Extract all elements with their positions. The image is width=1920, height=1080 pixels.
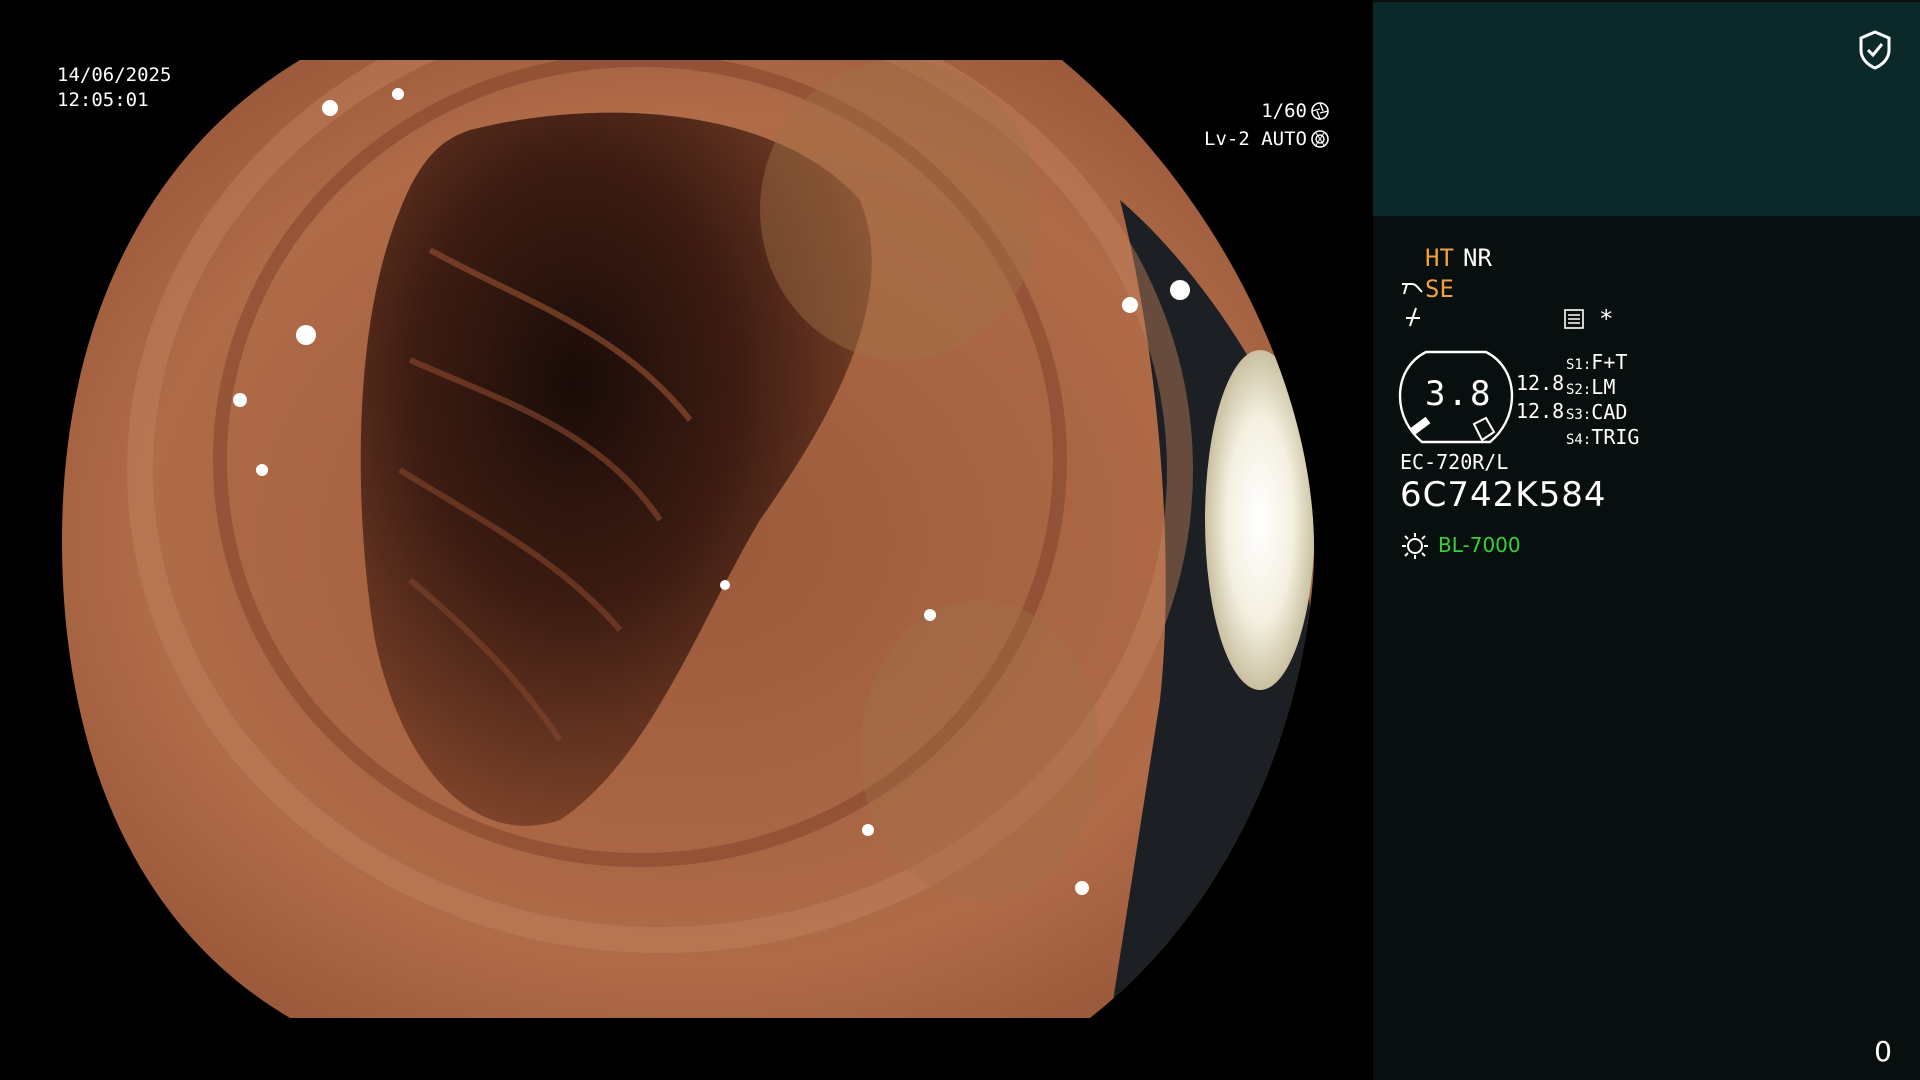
light-source-label: BL-7000 — [1438, 533, 1521, 557]
light-level-value: Lv-2 AUTO — [1204, 128, 1307, 150]
reading-a: 12.8 — [1516, 371, 1565, 395]
image-counter: 0 — [1874, 1035, 1892, 1068]
switch-3: S3:CAD — [1566, 400, 1627, 424]
panel-header — [1373, 2, 1920, 216]
nr-indicator: NR — [1463, 244, 1492, 272]
gauge-value: 3.8 — [1425, 374, 1493, 414]
switch-key: S1: — [1566, 357, 1592, 373]
exam-time: 12:05:01 — [57, 89, 149, 111]
light-source-icon — [1402, 533, 1428, 559]
shutter-value: 1/60 — [1261, 100, 1307, 122]
asterisk-indicator: * — [1599, 305, 1614, 333]
iris-icon — [1311, 130, 1329, 148]
switch-4: S4:TRIG — [1566, 425, 1639, 449]
reading-b: 12.8 — [1516, 399, 1565, 423]
se-indicator: SE — [1425, 275, 1454, 303]
endoscope-view: 14/06/2025 12:05:01 1/60 Lv-2 AUTO — [0, 0, 1372, 1080]
se-mode-icon — [1402, 283, 1423, 295]
switch-1: S1:F+T — [1566, 350, 1627, 374]
switch-value: TRIG — [1591, 425, 1640, 449]
light-level-readout: Lv-2 AUTO — [1204, 128, 1330, 150]
dimming-icon — [1406, 307, 1420, 327]
switch-key: S2: — [1566, 382, 1592, 398]
switch-key: S4: — [1566, 432, 1592, 448]
record-list-icon — [1564, 309, 1584, 329]
shield-check-icon[interactable] — [1858, 30, 1892, 70]
switch-value: F+T — [1591, 350, 1628, 374]
shutter-icon — [1311, 102, 1329, 120]
switch-key: S3: — [1566, 407, 1592, 423]
switch-value: CAD — [1591, 400, 1628, 424]
switch-2: S2:LM — [1566, 375, 1615, 399]
ht-indicator: HT — [1425, 244, 1454, 272]
exam-date: 14/06/2025 — [57, 64, 172, 86]
endoscopic-image — [62, 60, 1315, 1018]
scope-model: EC-720R/L — [1400, 450, 1509, 474]
shutter-readout: 1/60 — [1261, 100, 1330, 122]
switch-value: LM — [1591, 375, 1616, 399]
scope-serial: 6C742K584 — [1400, 475, 1607, 515]
